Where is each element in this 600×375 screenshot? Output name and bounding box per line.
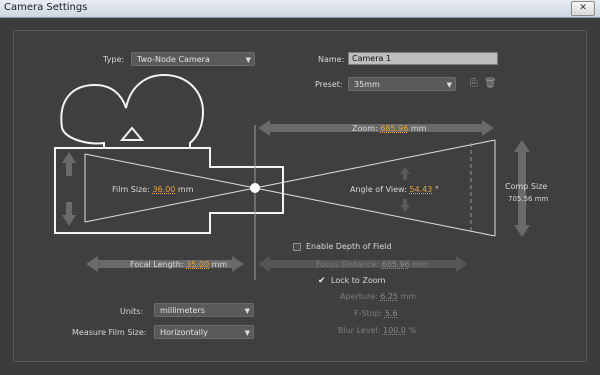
comp-size-value: 705.56 mm [508,195,549,203]
focal-length-value[interactable]: 35.00 [186,260,209,269]
units-dropdown[interactable]: millimeters ▼ [154,303,254,317]
film-size-value[interactable]: 36.00 [152,185,175,194]
aperture-value[interactable]: 6.25 [380,292,398,301]
units-value: millimeters [160,306,205,315]
blur-label: Blur Level: [338,326,381,335]
film-size-label: Film Size: [112,185,150,194]
blur-unit: % [408,326,417,335]
lock-to-zoom-label: Lock to Zoom [331,276,386,285]
chevron-down-icon: ▼ [245,56,251,64]
chevron-down-icon: ▼ [446,81,452,89]
film-size-down-arrow [62,202,76,226]
preset-dropdown[interactable]: 35mm ▼ [348,77,456,91]
focal-length-label: Focal Length: [130,260,184,269]
save-preset-button[interactable]: ⎘ [468,78,480,90]
zoom-unit: mm [410,124,427,133]
focus-distance-unit: mm [412,260,428,269]
zoom-label: Zoom: [352,124,378,133]
fstop-label: F-Stop: [354,309,383,318]
preset-value: 35mm [354,80,380,89]
angle-unit: ° [434,185,439,194]
fstop-value[interactable]: 5.6 [385,309,398,318]
angle-value[interactable]: 54.43 [409,185,432,194]
delete-preset-button[interactable]: 🗑 [484,78,497,90]
angle-of-view-readout: Angle of View: 54.43 ° [350,185,439,194]
focus-distance-value[interactable]: 685.96 [382,260,410,269]
comp-size-label: Comp Size [505,182,548,191]
save-preset-icon: ⎘ [470,78,478,89]
angle-up-arrow [400,167,410,180]
focus-distance-readout: Focus Distance: 685.96 mm [316,260,428,269]
name-input[interactable]: Camera 1 [348,52,498,65]
angle-label: Angle of View: [350,185,407,194]
film-size-readout: Film Size: 36.00 mm [112,185,194,194]
measure-film-size-value: Horizontally [160,328,208,337]
aperture-readout: Aperture: 6.25 mm [340,292,416,301]
camera-node-point [250,183,260,193]
enable-dof-label: Enable Depth of Field [306,242,392,251]
type-label: Type: [103,55,125,64]
viewfinder-triangle [119,126,145,141]
measure-film-size-label: Measure Film Size: [72,328,147,337]
units-label: Units: [120,307,144,316]
blur-level-readout: Blur Level: 100.0 % [338,326,416,335]
enable-dof-checkbox[interactable] [293,243,301,251]
zoom-readout: Zoom: 685.96 mm [352,124,426,133]
focus-distance-label: Focus Distance: [316,260,380,269]
film-size-unit: mm [177,185,194,194]
focal-length-readout: Focal Length: 35.00 mm [130,260,227,269]
checkmark-icon: ✔ [318,276,326,286]
angle-down-arrow [400,199,410,212]
zoom-value[interactable]: 685.96 [380,124,408,133]
measure-film-size-dropdown[interactable]: Horizontally ▼ [154,325,254,339]
aperture-unit: mm [400,292,417,301]
lock-to-zoom-checkbox[interactable]: ✔ [318,276,326,286]
chevron-down-icon: ▼ [244,307,250,315]
blur-value[interactable]: 100.0 [383,326,406,335]
type-value: Two-Node Camera [137,55,210,64]
type-dropdown[interactable]: Two-Node Camera ▼ [131,52,255,66]
name-label: Name: [318,55,345,64]
focal-length-unit: mm [211,260,228,269]
fstop-readout: F-Stop: 5.6 [354,309,398,318]
film-size-up-arrow [62,152,76,176]
aperture-label: Aperture: [340,292,378,301]
preset-label: Preset: [315,80,343,89]
trash-icon: 🗑 [484,78,497,89]
camera-reels-outline [60,73,205,149]
chevron-down-icon: ▼ [244,329,250,337]
